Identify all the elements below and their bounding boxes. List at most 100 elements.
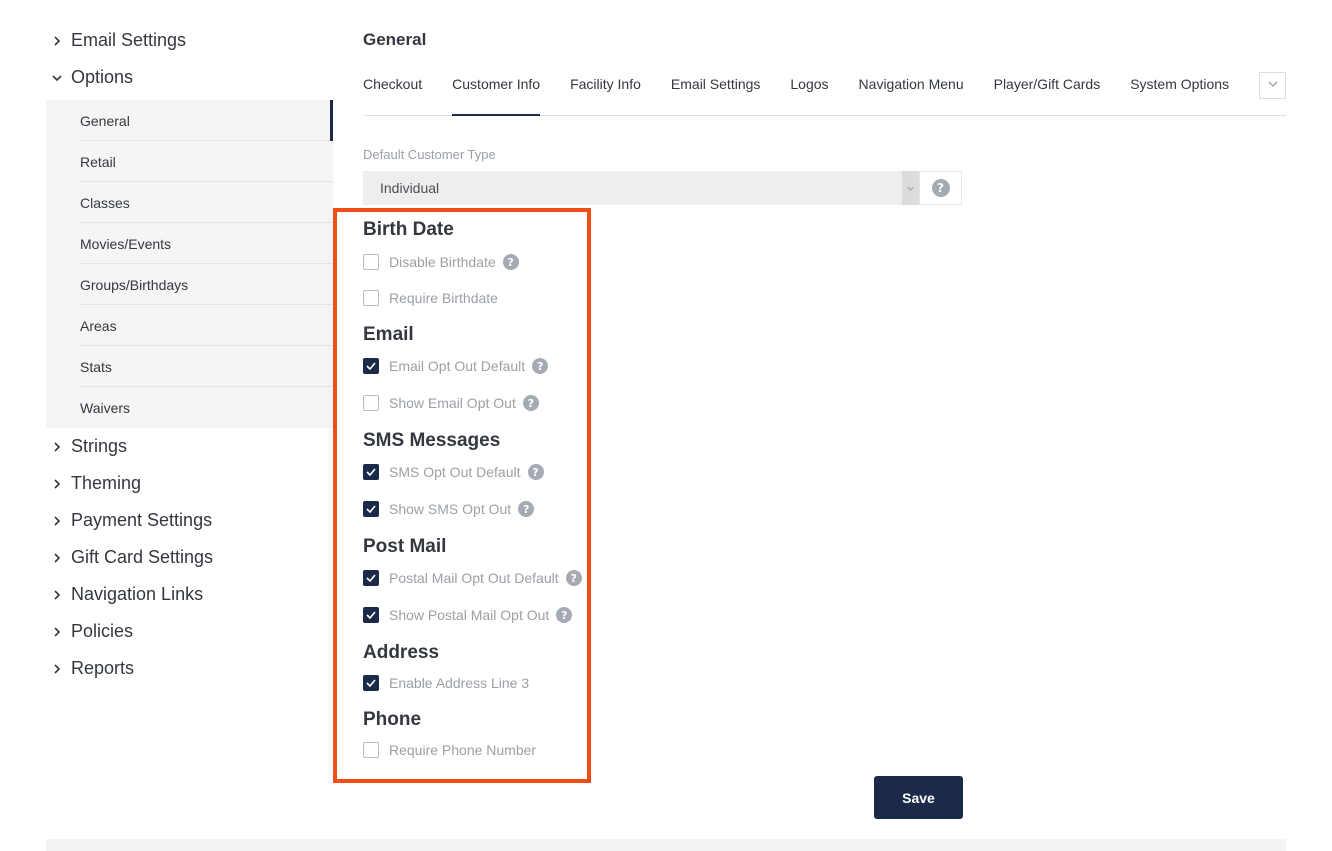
- sidebar-item-email-settings[interactable]: Email Settings: [46, 22, 333, 59]
- option-label: Show Postal Mail Opt Out: [389, 607, 550, 623]
- checkmark-icon: [366, 679, 376, 687]
- tab-player-gift-cards[interactable]: Player/Gift Cards: [994, 62, 1101, 114]
- select-value: Individual: [380, 180, 440, 196]
- sidebar-subitem-retail[interactable]: Retail: [46, 141, 333, 182]
- tab-system-options[interactable]: System Options: [1130, 62, 1229, 114]
- sidebar-subitem-label: Classes: [80, 194, 130, 211]
- email-heading: Email: [363, 324, 414, 345]
- show-sms-opt-out-checkbox[interactable]: [363, 501, 379, 517]
- show-email-opt-out-checkbox[interactable]: [363, 395, 379, 411]
- sidebar-subitem-stats[interactable]: Stats: [46, 346, 333, 387]
- sidebar-subitem-areas[interactable]: Areas: [46, 305, 333, 346]
- option-label: Email Opt Out Default: [389, 358, 526, 374]
- postal-mail-opt-out-default-option[interactable]: Postal Mail Opt Out Default ?: [363, 570, 582, 586]
- help-icon[interactable]: ?: [527, 464, 544, 480]
- sidebar-item-label: Gift Card Settings: [71, 547, 214, 567]
- option-label: SMS Opt Out Default: [389, 464, 521, 480]
- disable-birthdate-option[interactable]: Disable Birthdate ?: [363, 254, 519, 270]
- chevron-right-icon: [50, 662, 64, 676]
- show-sms-opt-out-option[interactable]: Show SMS Opt Out ?: [363, 501, 535, 517]
- sidebar-item-theming[interactable]: Theming: [46, 465, 333, 502]
- sidebar-item-label: Navigation Links: [71, 584, 204, 604]
- default-customer-type-select[interactable]: Individual: [363, 171, 919, 205]
- tab-facility-info[interactable]: Facility Info: [570, 62, 641, 114]
- help-icon[interactable]: ?: [565, 570, 582, 586]
- post-mail-heading: Post Mail: [363, 536, 447, 557]
- option-label: Show Email Opt Out: [389, 395, 516, 411]
- birth-date-heading: Birth Date: [363, 219, 454, 240]
- chevron-right-icon: [50, 625, 64, 639]
- sidebar-subitem-label: Stats: [80, 358, 112, 375]
- postal-mail-opt-out-default-checkbox[interactable]: [363, 570, 379, 586]
- require-birthdate-option[interactable]: Require Birthdate: [363, 290, 505, 306]
- default-customer-type-help[interactable]: ?: [919, 171, 962, 205]
- default-customer-type-label: Default Customer Type: [363, 147, 496, 162]
- sidebar-subitem-label: Retail: [80, 153, 116, 170]
- option-label: Enable Address Line 3: [389, 675, 530, 691]
- disable-birthdate-checkbox[interactable]: [363, 254, 379, 270]
- settings-tabs: Checkout Customer Info Facility Info Ema…: [363, 62, 1286, 116]
- sidebar-subitem-label: Groups/Birthdays: [80, 276, 189, 293]
- sms-opt-out-default-option[interactable]: SMS Opt Out Default ?: [363, 464, 544, 480]
- tab-customer-info[interactable]: Customer Info: [452, 62, 541, 116]
- chevron-down-icon: [902, 171, 919, 205]
- help-icon[interactable]: ?: [556, 607, 573, 623]
- sidebar-item-label: Payment Settings: [71, 510, 213, 530]
- email-opt-out-default-checkbox[interactable]: [363, 358, 379, 374]
- sidebar-subitem-movies-events[interactable]: Movies/Events: [46, 223, 333, 264]
- sidebar-item-payment-settings[interactable]: Payment Settings: [46, 502, 333, 539]
- help-icon[interactable]: ?: [518, 501, 535, 517]
- chevron-right-icon: [50, 551, 64, 565]
- sidebar-item-strings[interactable]: Strings: [46, 428, 333, 465]
- sidebar-item-label: Options: [71, 67, 134, 87]
- help-icon[interactable]: ?: [502, 254, 519, 270]
- sidebar-item-options[interactable]: Options: [46, 59, 333, 96]
- footer-bar: [46, 839, 1286, 851]
- chevron-down-icon: [1267, 77, 1279, 95]
- sms-opt-out-default-checkbox[interactable]: [363, 464, 379, 480]
- sidebar-item-reports[interactable]: Reports: [46, 650, 333, 687]
- sidebar-subitem-label: Areas: [80, 317, 117, 334]
- email-opt-out-default-option[interactable]: Email Opt Out Default ?: [363, 358, 549, 374]
- require-birthdate-checkbox[interactable]: [363, 290, 379, 306]
- option-label: Postal Mail Opt Out Default: [389, 570, 559, 586]
- sidebar-subitem-label: Waivers: [80, 399, 131, 416]
- checkmark-icon: [366, 611, 376, 619]
- checkmark-icon: [366, 574, 376, 582]
- checkmark-icon: [366, 505, 376, 513]
- tab-logos[interactable]: Logos: [790, 62, 828, 114]
- chevron-right-icon: [50, 34, 64, 48]
- enable-address-line-3-option[interactable]: Enable Address Line 3: [363, 675, 536, 691]
- show-postal-mail-opt-out-option[interactable]: Show Postal Mail Opt Out ?: [363, 607, 573, 623]
- sidebar-subitem-classes[interactable]: Classes: [46, 182, 333, 223]
- more-tabs-button[interactable]: [1259, 72, 1286, 99]
- option-label: Require Birthdate: [389, 290, 498, 306]
- enable-address-line-3-checkbox[interactable]: [363, 675, 379, 691]
- chevron-right-icon: [50, 588, 64, 602]
- tab-checkout[interactable]: Checkout: [363, 62, 422, 114]
- sms-messages-heading: SMS Messages: [363, 430, 501, 451]
- sidebar-subitem-waivers[interactable]: Waivers: [46, 387, 333, 428]
- sidebar-item-gift-card-settings[interactable]: Gift Card Settings: [46, 539, 333, 576]
- show-email-opt-out-option[interactable]: Show Email Opt Out ?: [363, 395, 539, 411]
- sidebar-item-label: Strings: [71, 436, 128, 456]
- sidebar-item-policies[interactable]: Policies: [46, 613, 333, 650]
- sidebar-item-label: Email Settings: [71, 30, 187, 50]
- sidebar-subitem-general[interactable]: General: [46, 100, 333, 141]
- tab-navigation-menu[interactable]: Navigation Menu: [859, 62, 964, 114]
- sidebar-subitem-groups-birthdays[interactable]: Groups/Birthdays: [46, 264, 333, 305]
- require-phone-number-option[interactable]: Require Phone Number: [363, 742, 543, 758]
- sidebar-item-navigation-links[interactable]: Navigation Links: [46, 576, 333, 613]
- address-heading: Address: [363, 642, 440, 663]
- help-icon[interactable]: ?: [522, 395, 539, 411]
- option-label: Disable Birthdate: [389, 254, 496, 270]
- checkmark-icon: [366, 362, 376, 370]
- option-label: Require Phone Number: [389, 742, 537, 758]
- show-postal-mail-opt-out-checkbox[interactable]: [363, 607, 379, 623]
- save-button[interactable]: Save: [874, 776, 963, 819]
- help-icon[interactable]: ?: [532, 358, 549, 374]
- page-title: General: [363, 30, 427, 49]
- tab-email-settings[interactable]: Email Settings: [671, 62, 760, 114]
- chevron-right-icon: [50, 477, 64, 491]
- require-phone-number-checkbox[interactable]: [363, 742, 379, 758]
